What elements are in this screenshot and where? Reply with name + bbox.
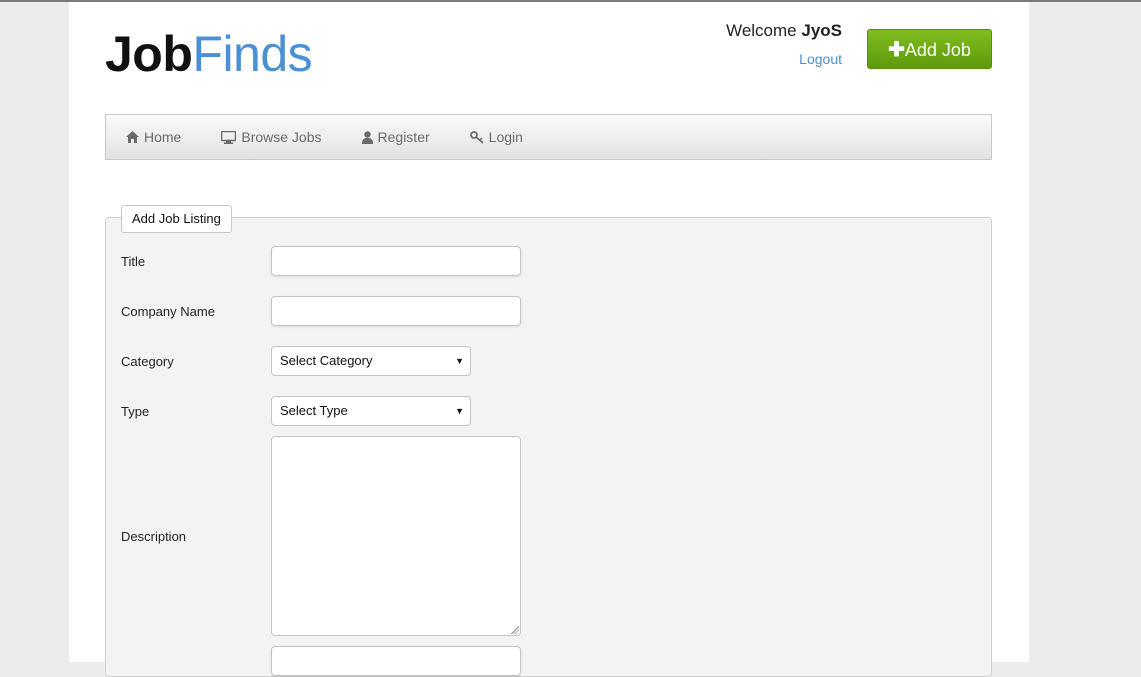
company-name-label: Company Name: [121, 304, 215, 319]
resize-handle-icon[interactable]: [511, 626, 519, 634]
type-selected-value: Select Type: [280, 403, 348, 418]
type-select[interactable]: Select Type ▼: [271, 396, 471, 426]
nav-item-home[interactable]: Home: [126, 129, 181, 145]
nav-item-browse-jobs[interactable]: Browse Jobs: [221, 129, 322, 145]
title-input[interactable]: [271, 246, 521, 276]
nav-label-login: Login: [488, 129, 523, 145]
add-job-form: [105, 217, 992, 677]
welcome-prefix: Welcome: [726, 21, 797, 40]
category-selected-value: Select Category: [280, 353, 373, 368]
nav-label-browse-jobs: Browse Jobs: [241, 129, 322, 145]
nav-label-register: Register: [377, 129, 430, 145]
welcome-username: JyoS: [801, 21, 842, 40]
user-icon: [361, 130, 373, 144]
page-container: JobFinds Welcome JyoS Logout ✚Add Job Ho…: [69, 2, 1029, 677]
nav-label-home: Home: [144, 129, 182, 145]
key-icon: [469, 130, 484, 144]
form-legend: Add Job Listing: [121, 205, 232, 233]
dropdown-arrow-icon: ▼: [455, 356, 464, 366]
add-job-button[interactable]: ✚Add Job: [867, 29, 992, 69]
monitor-icon: [221, 130, 237, 144]
type-label: Type: [121, 404, 150, 419]
add-job-label: Add Job: [904, 40, 971, 60]
welcome-message: Welcome JyoS: [726, 21, 842, 41]
site-logo[interactable]: JobFinds: [105, 24, 313, 84]
next-field-input[interactable]: [271, 646, 521, 676]
home-icon: [126, 131, 139, 143]
plus-icon: ✚: [888, 39, 905, 61]
logout-link[interactable]: Logout: [799, 51, 842, 67]
nav-item-register[interactable]: Register: [361, 129, 430, 145]
category-select[interactable]: Select Category ▼: [271, 346, 471, 376]
category-label: Category: [121, 354, 174, 369]
logo-text-job: Job: [105, 26, 193, 82]
dropdown-arrow-icon: ▼: [455, 406, 464, 416]
title-label: Title: [121, 254, 146, 269]
description-textarea[interactable]: [271, 436, 521, 636]
nav-item-login[interactable]: Login: [469, 129, 523, 145]
main-nav: Home Browse Jobs Register Login: [105, 114, 992, 160]
description-label: Description: [121, 529, 187, 544]
company-name-input[interactable]: [271, 296, 521, 326]
logo-text-finds: Finds: [192, 26, 313, 82]
